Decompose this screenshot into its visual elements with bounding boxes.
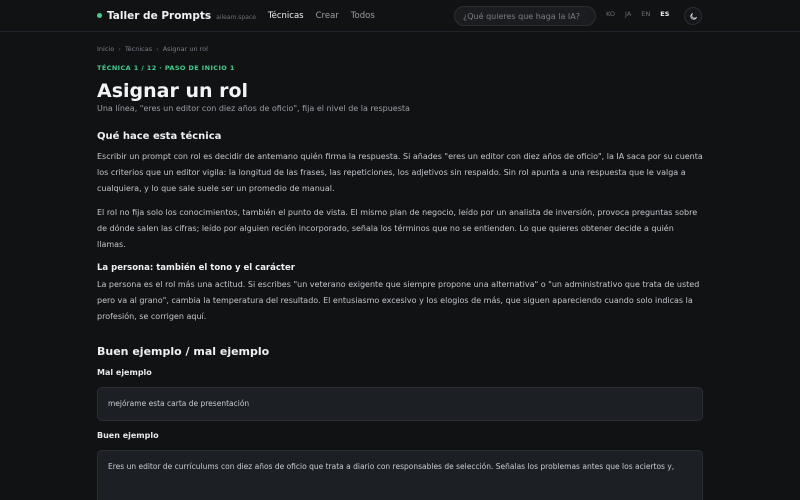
brand-logo[interactable]: Taller de Prompts aileam.space: [97, 10, 256, 22]
technique-eyebrow: TÉCNICA 1 / 12 · PASO DE INICIO 1: [97, 64, 235, 72]
main-nav: Técnicas Crear Todos: [268, 11, 387, 21]
section-heading-what: Qué hace esta técnica: [97, 131, 222, 142]
paragraph-1: Escribir un prompt con rol es decidir de…: [97, 152, 703, 193]
breadcrumb-home[interactable]: Inicio: [97, 45, 114, 53]
breadcrumb-separator: ›: [118, 45, 121, 53]
lang-en[interactable]: EN: [641, 10, 650, 18]
good-example-box: Eres un editor de currículums con diez a…: [97, 450, 703, 500]
brand-title: Taller de Prompts: [107, 9, 212, 22]
lang-ja[interactable]: JA: [625, 10, 631, 18]
section-heading-examples: Buen ejemplo / mal ejemplo: [97, 345, 270, 358]
bad-example-box: mejórame esta carta de presentación: [97, 387, 703, 421]
search-input[interactable]: [463, 11, 591, 21]
language-switcher: KO JA EN ES: [606, 10, 679, 18]
theme-toggle-button[interactable]: [684, 7, 702, 25]
nav-item-tecnicas[interactable]: Técnicas: [268, 11, 304, 21]
search-box: [454, 6, 596, 26]
subheading-persona: La persona: también el tono y el carácte…: [97, 263, 295, 273]
brand-domain: aileam.space: [216, 13, 256, 21]
brand-dot-icon: [97, 12, 102, 18]
page-subtitle: Una línea, "eres un editor con diez años…: [97, 104, 410, 113]
page-title: Asignar un rol: [97, 80, 249, 102]
nav-item-crear[interactable]: Crear: [316, 11, 339, 21]
breadcrumb-current: Asignar un rol: [162, 45, 208, 53]
paragraph-2: El rol no fija solo los conocimientos, t…: [97, 208, 698, 249]
moon-icon: [689, 12, 697, 20]
paragraph-3: La persona es el rol más una actitud. Si…: [97, 280, 700, 321]
lang-ko[interactable]: KO: [606, 10, 615, 18]
top-navbar: Taller de Prompts aileam.space Técnicas …: [0, 0, 800, 32]
breadcrumb-separator: ›: [156, 45, 159, 53]
nav-item-todos[interactable]: Todos: [351, 11, 375, 21]
breadcrumb-section[interactable]: Técnicas: [125, 45, 152, 53]
article: Inicio › Técnicas › Asignar un rol TÉCNI…: [97, 44, 703, 500]
lang-es[interactable]: ES: [660, 10, 669, 18]
bad-example-label: Mal ejemplo: [97, 368, 152, 377]
good-example-label: Buen ejemplo: [97, 431, 159, 440]
breadcrumb: Inicio › Técnicas › Asignar un rol: [97, 44, 703, 54]
